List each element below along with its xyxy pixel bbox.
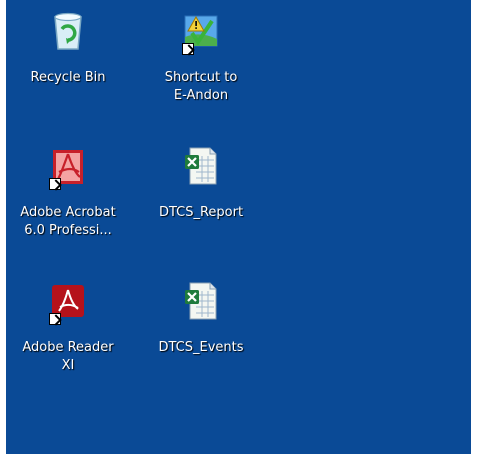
desktop-icon-dtcs-report[interactable]: DTCS_Report xyxy=(139,140,263,250)
desktop-icon-adobe-reader[interactable]: Adobe Reader XI xyxy=(6,275,130,385)
shortcut-arrow-icon xyxy=(182,43,194,55)
shortcut-arrow-icon xyxy=(49,178,61,190)
adobe-acrobat-icon xyxy=(49,146,85,190)
dtcs-report-label: DTCS_Report xyxy=(158,205,244,220)
shortcut-arrow-icon xyxy=(49,313,61,325)
desktop-icon-dtcs-events[interactable]: DTCS_Events xyxy=(139,275,263,385)
recycle-bin-label: Recycle Bin xyxy=(30,70,106,85)
dtcs-events-label: DTCS_Events xyxy=(158,340,244,355)
desktop-icon-e-andon[interactable]: Shortcut to E-Andon xyxy=(139,5,263,115)
e-andon-warning-icon xyxy=(182,11,218,55)
desktop: Recycle Bin Shortcut to E-Andon Adobe Ac… xyxy=(6,0,471,454)
adobe-acrobat-label: Adobe Acrobat 6.0 Professi... xyxy=(20,205,116,238)
desktop-icon-recycle-bin[interactable]: Recycle Bin xyxy=(6,5,130,115)
excel-spreadsheet-icon xyxy=(184,146,218,186)
adobe-reader-label: Adobe Reader XI xyxy=(22,340,114,373)
adobe-reader-icon xyxy=(49,281,85,325)
e-andon-label: Shortcut to E-Andon xyxy=(164,70,238,103)
excel-spreadsheet-icon xyxy=(184,281,218,321)
recycle-bin-icon xyxy=(51,11,85,51)
desktop-icon-adobe-acrobat[interactable]: Adobe Acrobat 6.0 Professi... xyxy=(6,140,130,250)
